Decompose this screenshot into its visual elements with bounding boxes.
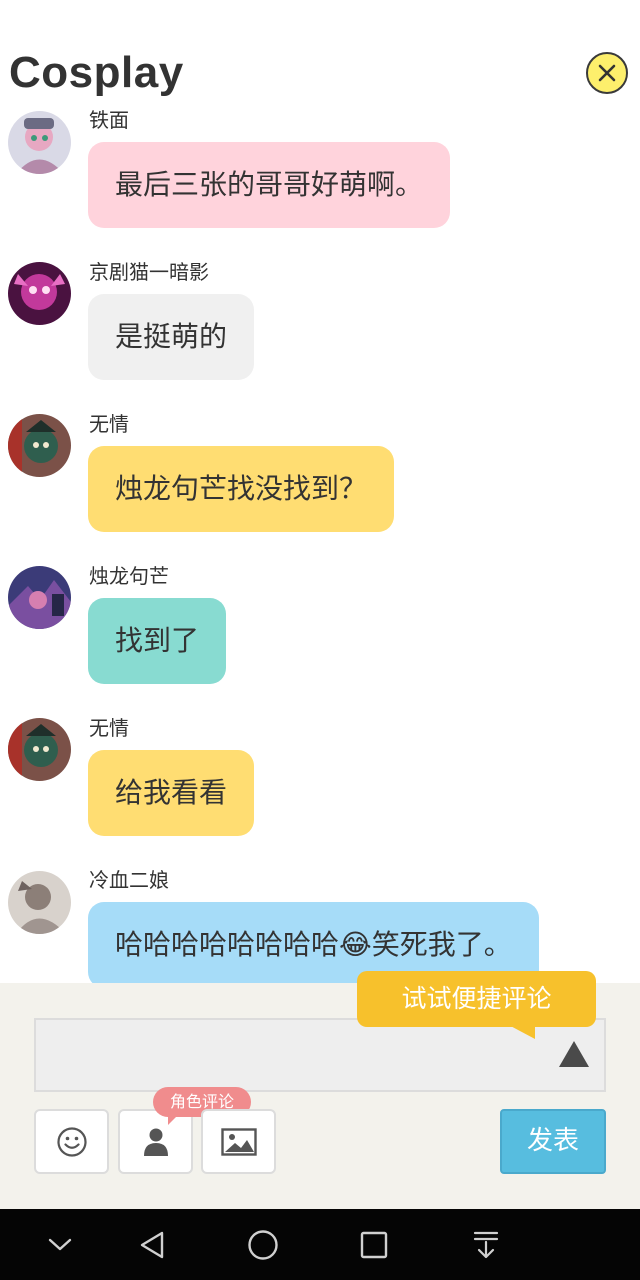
avatar[interactable] [8,414,71,477]
message-bubble: 找到了 [88,598,227,684]
avatar[interactable] [8,718,71,781]
image-button[interactable] [201,1109,276,1174]
hide-keyboard-button[interactable] [38,1223,82,1267]
home-button[interactable] [241,1223,285,1267]
back-triangle-icon [140,1231,164,1259]
smiley-icon [56,1126,87,1157]
image-icon [220,1127,257,1156]
emoji-button[interactable] [34,1109,109,1174]
username: 京剧猫一暗影 [89,260,209,284]
close-button[interactable] [586,52,628,94]
username: 铁面 [89,108,129,132]
quick-comment-tip[interactable]: 试试便捷评论 [357,971,596,1027]
navigation-bar [0,1209,640,1280]
recents-button[interactable] [352,1223,396,1267]
send-button[interactable]: 发表 [500,1109,606,1174]
message-bubble: 最后三张的哥哥好萌啊。 [88,142,451,228]
recents-square-icon [360,1231,388,1259]
role-comment-button[interactable] [118,1109,193,1174]
person-icon [143,1128,168,1156]
username: 无情 [89,716,129,740]
username: 无情 [89,412,129,436]
back-button[interactable] [130,1223,174,1267]
comment-panel: 试试便捷评论 角色评论 发表 [0,971,640,1209]
avatar[interactable] [8,566,71,629]
avatar[interactable] [8,111,71,174]
message-bubble: 烛龙句芒找没找到？ [88,446,395,532]
close-icon [598,64,616,82]
username: 烛龙句芒 [89,564,169,588]
notification-pull-button[interactable] [464,1223,508,1267]
chevron-down-icon [48,1238,72,1251]
message-bubble: 给我看看 [88,750,255,836]
home-circle-icon [248,1230,278,1260]
avatar[interactable] [8,262,71,325]
tip-tail [505,1023,535,1039]
role-tag-tail [168,1113,180,1125]
username: 冷血二娘 [89,868,169,892]
expand-up-icon[interactable] [558,1039,590,1069]
avatar[interactable] [8,871,71,934]
page-title: Cosplay [9,48,184,97]
notification-pull-icon [473,1231,499,1259]
message-bubble: 是挺萌的 [88,294,255,380]
